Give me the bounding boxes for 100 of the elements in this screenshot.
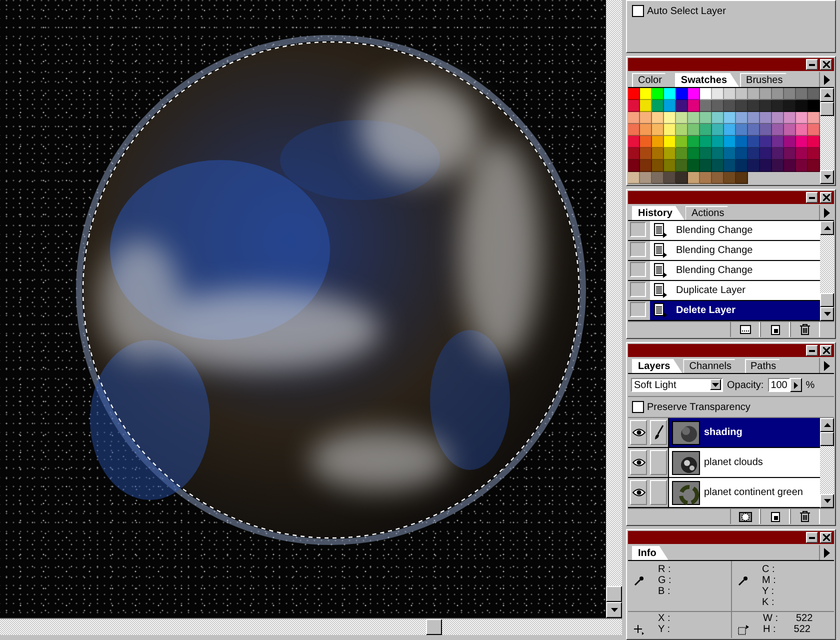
color-swatch[interactable] (736, 112, 748, 124)
color-swatch[interactable] (724, 100, 736, 112)
color-swatch[interactable] (628, 124, 640, 136)
close-button[interactable] (820, 192, 832, 203)
color-swatch[interactable] (748, 148, 760, 160)
panel-tab[interactable]: Layers (632, 359, 682, 373)
color-swatch[interactable] (664, 160, 676, 172)
color-swatch[interactable] (700, 100, 712, 112)
color-swatch[interactable] (796, 148, 808, 160)
color-swatch[interactable] (748, 160, 760, 172)
color-swatch[interactable] (676, 100, 688, 112)
color-swatch[interactable] (760, 136, 772, 148)
history-brush-source-box[interactable] (630, 282, 646, 297)
visibility-toggle[interactable] (630, 420, 647, 445)
history-brush-source-box[interactable] (630, 302, 646, 317)
color-swatch[interactable] (784, 124, 796, 136)
horizontal-scrollbar[interactable] (0, 618, 622, 635)
preserve-transparency-checkbox[interactable] (632, 401, 644, 413)
color-swatch[interactable] (628, 88, 640, 100)
opacity-slider-button[interactable] (790, 378, 802, 392)
color-swatch[interactable] (808, 136, 820, 148)
color-swatch[interactable] (688, 88, 700, 100)
color-swatch[interactable] (664, 136, 676, 148)
color-swatch[interactable] (784, 136, 796, 148)
close-button[interactable] (820, 532, 832, 543)
color-swatch[interactable] (748, 124, 760, 136)
panel-tab[interactable]: Info (632, 546, 668, 560)
visibility-toggle[interactable] (630, 450, 647, 475)
color-swatch[interactable] (628, 172, 640, 184)
color-swatch[interactable] (760, 112, 772, 124)
color-swatch[interactable] (808, 88, 820, 100)
color-swatch[interactable] (700, 112, 712, 124)
color-swatch[interactable] (700, 88, 712, 100)
scroll-thumb[interactable] (606, 586, 622, 602)
color-swatch[interactable] (712, 124, 724, 136)
scroll-thumb[interactable] (426, 619, 442, 635)
color-swatch[interactable] (736, 100, 748, 112)
color-swatch[interactable] (784, 100, 796, 112)
color-swatch[interactable] (796, 160, 808, 172)
delete-button[interactable] (790, 322, 820, 337)
color-swatch[interactable] (772, 136, 784, 148)
color-swatch[interactable] (664, 148, 676, 160)
color-swatch[interactable] (760, 88, 772, 100)
color-swatch[interactable] (760, 100, 772, 112)
color-swatch[interactable] (652, 124, 664, 136)
color-swatch[interactable] (700, 124, 712, 136)
color-swatch[interactable] (664, 112, 676, 124)
history-scrollbar[interactable] (820, 221, 834, 321)
color-swatch[interactable] (724, 148, 736, 160)
color-swatch[interactable] (772, 88, 784, 100)
color-swatch[interactable] (784, 88, 796, 100)
layer-row[interactable]: planet clouds (668, 448, 820, 477)
color-swatch[interactable] (796, 124, 808, 136)
color-swatch[interactable] (784, 148, 796, 160)
color-swatch[interactable] (676, 136, 688, 148)
color-swatch[interactable] (772, 112, 784, 124)
history-brush-source-box[interactable] (630, 242, 646, 257)
color-swatch[interactable] (712, 100, 724, 112)
color-swatch[interactable] (772, 148, 784, 160)
color-swatch[interactable] (640, 160, 652, 172)
minimize-button[interactable] (806, 345, 818, 356)
color-swatch[interactable] (724, 88, 736, 100)
color-swatch[interactable] (808, 148, 820, 160)
color-swatch[interactable] (736, 172, 748, 184)
color-swatch[interactable] (688, 136, 700, 148)
color-swatch[interactable] (700, 172, 712, 184)
panel-tab[interactable]: Swatches (674, 73, 740, 87)
color-swatch[interactable] (700, 160, 712, 172)
color-swatch[interactable] (784, 160, 796, 172)
color-swatch[interactable] (736, 136, 748, 148)
color-swatch[interactable] (652, 88, 664, 100)
color-swatch[interactable] (664, 88, 676, 100)
color-swatch[interactable] (652, 160, 664, 172)
color-swatch[interactable] (664, 172, 676, 184)
color-swatch[interactable] (772, 124, 784, 136)
color-swatch[interactable] (736, 160, 748, 172)
color-swatch[interactable] (688, 148, 700, 160)
auto-select-checkbox[interactable] (632, 5, 644, 17)
color-swatch[interactable] (640, 88, 652, 100)
color-swatch[interactable] (796, 136, 808, 148)
color-swatch[interactable] (736, 148, 748, 160)
close-button[interactable] (820, 59, 832, 70)
color-swatch[interactable] (676, 172, 688, 184)
blend-mode-dropdown[interactable]: Soft Light (631, 378, 723, 392)
edit-state-box[interactable] (650, 420, 667, 445)
color-swatch[interactable] (724, 124, 736, 136)
history-item[interactable]: Blending Change (650, 261, 820, 280)
color-swatch[interactable] (652, 100, 664, 112)
color-swatch[interactable] (676, 160, 688, 172)
color-swatch[interactable] (628, 100, 640, 112)
vertical-scrollbar[interactable] (606, 0, 622, 618)
scroll-thumb[interactable] (820, 293, 834, 307)
color-swatch[interactable] (796, 112, 808, 124)
color-swatch[interactable] (760, 124, 772, 136)
layer-row[interactable]: planet continent green (668, 478, 820, 507)
color-swatch[interactable] (700, 148, 712, 160)
color-swatch[interactable] (712, 112, 724, 124)
color-swatch[interactable] (652, 136, 664, 148)
history-brush-source-box[interactable] (630, 262, 646, 277)
history-item[interactable]: Duplicate Layer (650, 281, 820, 300)
